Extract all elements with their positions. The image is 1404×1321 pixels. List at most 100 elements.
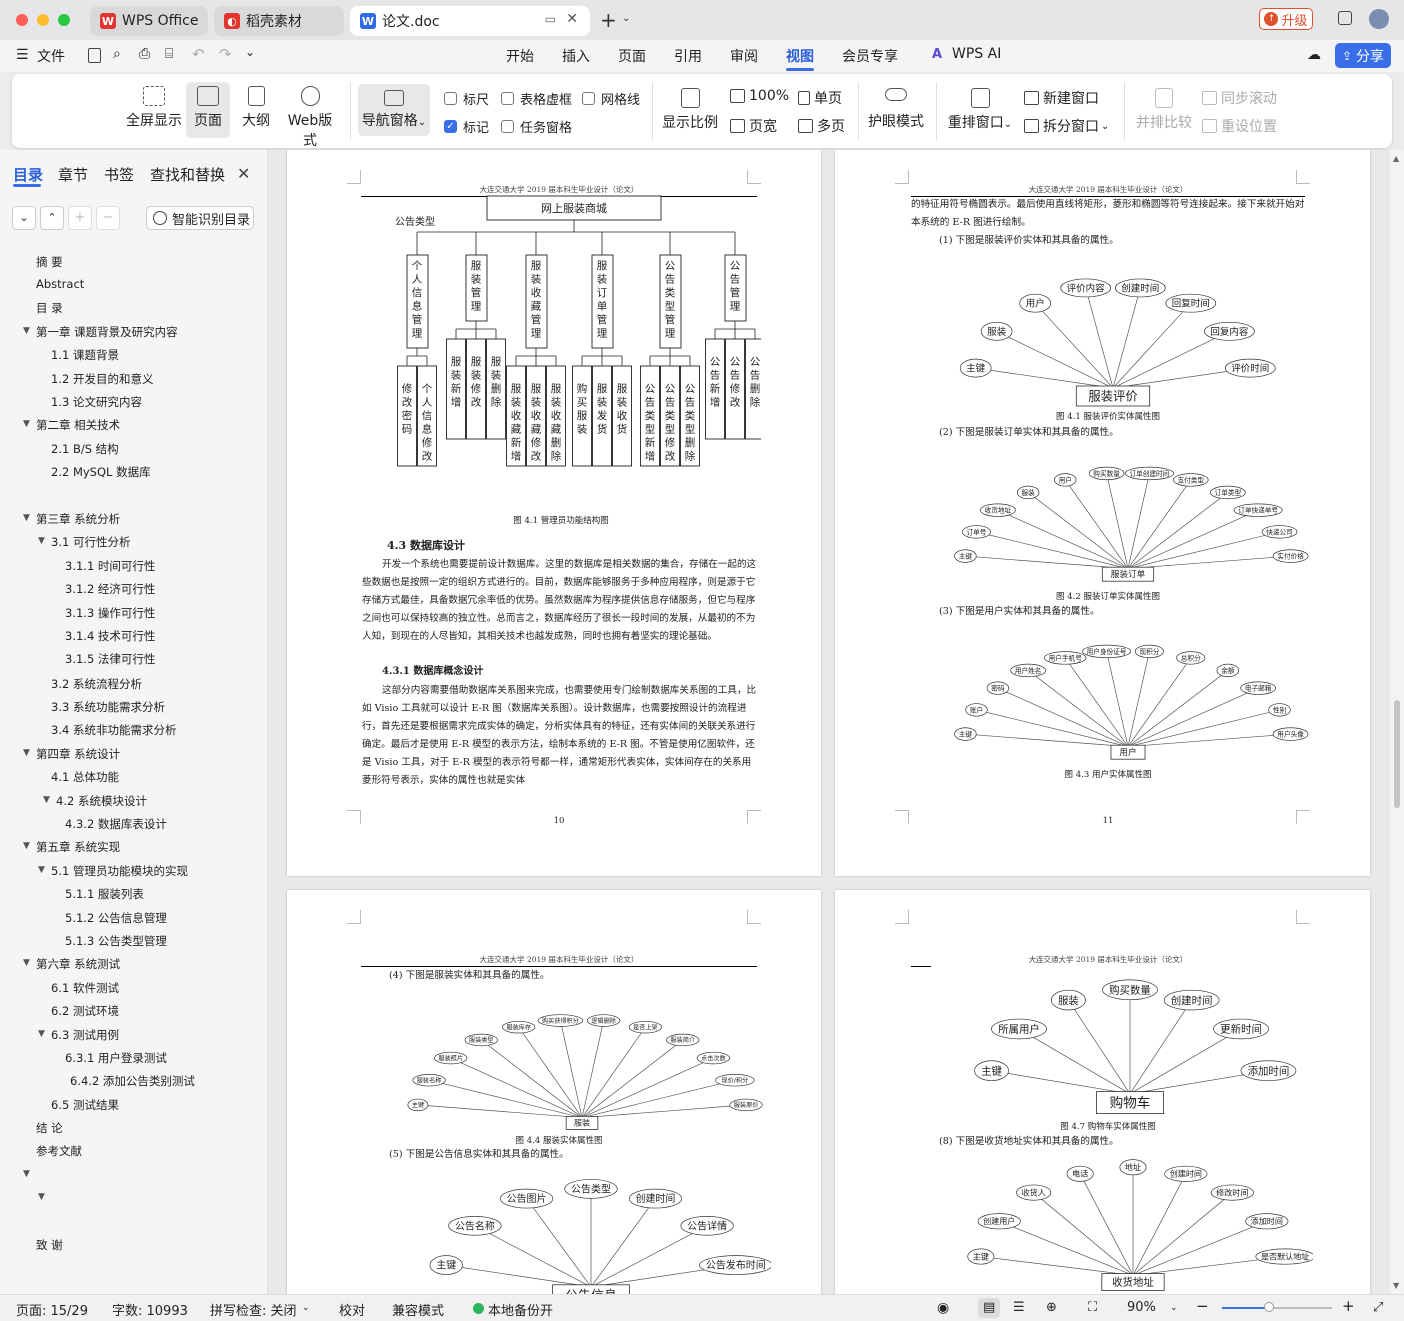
multi-page-button[interactable]: 多页 [798, 116, 845, 136]
zoom-out-icon[interactable]: − [1196, 1297, 1209, 1315]
wps-ai-menu[interactable]: WPS AI [952, 46, 1001, 62]
outline-view-button[interactable]: 大纲 [236, 86, 276, 130]
print-icon[interactable]: ⎙ [139, 46, 150, 62]
scroll-down-icon[interactable]: ▼ [1393, 1281, 1399, 1290]
outline-view-icon[interactable]: ☰ [1013, 1300, 1025, 1315]
toc-item[interactable]: 第四章 系统设计 [36, 746, 120, 762]
single-page-button[interactable]: 单页 [798, 88, 842, 108]
toc-item[interactable]: 5.1.1 服装列表 [65, 886, 144, 902]
toc-item[interactable]: 3.1.5 法律可行性 [65, 651, 155, 667]
toc-item[interactable]: 第一章 课题背景及研究内容 [36, 324, 178, 340]
fullscreen-button[interactable]: 全屏显示 [126, 86, 182, 130]
fullscreen-icon[interactable]: ⤢ [1373, 1300, 1383, 1315]
toc-item[interactable]: 4.1 总体功能 [51, 769, 119, 785]
expand-toggle-icon[interactable]: ▼ [43, 795, 50, 805]
link-icon[interactable]: ⌕ [113, 46, 121, 62]
tab-daoke[interactable]: ◐ 稻壳素材 [214, 6, 344, 36]
toc-item[interactable]: 1.1 课题背景 [51, 347, 119, 363]
save-icon[interactable] [88, 48, 101, 63]
toc-item[interactable]: 目 录 [36, 300, 63, 316]
sync-scroll-button[interactable]: 同步滚动 [1202, 88, 1277, 108]
zoom-level[interactable]: 90% [1127, 1300, 1156, 1315]
screen-icon[interactable]: ▭ [545, 12, 556, 26]
toc-item[interactable]: 4.3.2 数据库表设计 [65, 816, 167, 832]
cloud-icon[interactable]: ☁ [1307, 47, 1321, 63]
toc-item[interactable]: 6.3 测试用例 [51, 1027, 119, 1043]
expand-toggle-icon[interactable]: ▼ [23, 748, 30, 758]
toc-item[interactable]: 3.1.3 操作可行性 [65, 605, 155, 621]
tab-chapters[interactable]: 章节 [58, 164, 88, 185]
taskpane-checkbox[interactable]: 任务窗格 [501, 117, 572, 136]
toc-item[interactable]: 6.3.1 用户登录测试 [65, 1050, 167, 1066]
side-by-side-button[interactable]: 并排比较 [1134, 88, 1194, 132]
expand-toggle-icon[interactable]: ▼ [23, 958, 30, 968]
split-window-button[interactable]: 拆分窗口 ⌄ [1024, 116, 1109, 136]
toc-item[interactable]: Abstract [36, 277, 84, 291]
toc-item[interactable]: 2.2 MySQL 数据库 [51, 464, 151, 480]
menu-page[interactable]: 页面 [618, 46, 646, 66]
tab-bookmarks[interactable]: 书签 [104, 164, 134, 185]
print-preview-icon[interactable]: ⌸ [165, 46, 173, 62]
page-width-button[interactable]: 页宽 [730, 116, 777, 136]
expand-toggle-icon[interactable]: ▼ [38, 865, 45, 875]
fit-page-icon[interactable]: ⛶ [1088, 1300, 1097, 1315]
page-indicator[interactable]: 页面: 15/29 [16, 1300, 88, 1319]
collapse-icon[interactable]: ⌄ [12, 206, 36, 230]
toc-item[interactable]: 第五章 系统实现 [36, 839, 120, 855]
menu-review[interactable]: 审阅 [730, 46, 758, 66]
toc-item[interactable]: 6.4.2 添加公告类别测试 [70, 1073, 195, 1089]
toc-item[interactable]: 摘 要 [36, 254, 63, 270]
toc-item[interactable]: 4.2 系统模块设计 [56, 793, 147, 809]
tab-find-replace[interactable]: 查找和替换 [150, 164, 225, 185]
new-tab-icon[interactable]: + [600, 8, 617, 32]
menu-member[interactable]: 会员专享 [842, 46, 898, 66]
share-button[interactable]: ⇪ 分享 [1335, 43, 1391, 68]
local-backup-toggle[interactable]: 本地备份开 [488, 1300, 553, 1319]
scroll-up-icon[interactable]: ▲ [1393, 154, 1399, 163]
toc-item[interactable]: 3.1.1 时间可行性 [65, 558, 155, 574]
arrange-windows-button[interactable]: 重排窗口⌄ [946, 88, 1014, 132]
tab-wps-office[interactable]: W WPS Office [90, 6, 208, 36]
zoom-in-icon[interactable]: + [1342, 1297, 1355, 1315]
zoom-slider-thumb[interactable] [1264, 1302, 1274, 1312]
expand-icon[interactable]: ⌃ [40, 206, 64, 230]
toc-item[interactable]: 6.2 测试环境 [51, 1003, 119, 1019]
tab-list-chevron-icon[interactable]: ⌄ [622, 13, 630, 24]
tab-document[interactable]: W 论文.doc ▭ ✕ [350, 6, 590, 36]
toc-item[interactable]: 6.1 软件测试 [51, 980, 119, 996]
vertical-scrollbar[interactable]: ▲ ▼ [1390, 150, 1404, 1294]
scrollbar-thumb[interactable] [1394, 700, 1400, 808]
spell-check-toggle[interactable]: 拼写检查: 关闭 [210, 1300, 297, 1319]
tab-toc[interactable]: 目录 [13, 164, 43, 185]
expand-toggle-icon[interactable]: ▼ [23, 1169, 30, 1179]
eye-care-button[interactable]: 护眼模式 [868, 88, 924, 131]
toc-item[interactable]: 第六章 系统测试 [36, 956, 120, 972]
upgrade-button[interactable]: ↑ 升级 [1259, 8, 1313, 30]
hamburger-icon[interactable]: ☰ [16, 47, 29, 63]
toc-item[interactable]: 3.3 系统功能需求分析 [51, 699, 165, 715]
ruler-checkbox[interactable]: 标尺 [444, 89, 489, 108]
eye-icon[interactable]: ◉ [937, 1300, 949, 1316]
minimize-window-button[interactable] [37, 14, 49, 26]
web-view-icon[interactable]: ⊕ [1046, 1300, 1057, 1315]
toc-item[interactable]: 6.5 测试结果 [51, 1097, 119, 1113]
new-window-button[interactable]: 新建窗口 [1024, 88, 1099, 108]
toc-item[interactable]: 1.2 开发目的和意义 [51, 371, 153, 387]
proofread-button[interactable]: 校对 [339, 1300, 365, 1319]
expand-toggle-icon[interactable]: ▼ [38, 536, 45, 546]
toc-item[interactable]: 第二章 相关技术 [36, 417, 120, 433]
nav-pane-button[interactable]: 导航窗格⌄ [358, 84, 430, 136]
expand-toggle-icon[interactable]: ▼ [23, 326, 30, 336]
expand-toggle-icon[interactable]: ▼ [23, 513, 30, 523]
user-avatar[interactable] [1369, 9, 1389, 29]
reset-position-button[interactable]: 重设位置 [1202, 116, 1277, 136]
toc-item[interactable]: 致 谢 [36, 1237, 63, 1253]
undo-icon[interactable]: ↶ [192, 45, 205, 63]
toc-item[interactable]: 3.4 系统非功能需求分析 [51, 722, 176, 738]
zoom-window-button[interactable] [58, 14, 70, 26]
window-mode-icon[interactable] [1338, 11, 1352, 25]
add-heading-icon[interactable]: + [68, 206, 92, 230]
document-canvas[interactable]: 大连交通大学 2019 届本科生毕业设计（论文） 网上服装商城 公告类型个人信息管… [269, 150, 1390, 1294]
toc-item[interactable]: 2.1 B/S 结构 [51, 441, 119, 457]
markup-checkbox[interactable]: ✓ 标记 [444, 117, 489, 136]
